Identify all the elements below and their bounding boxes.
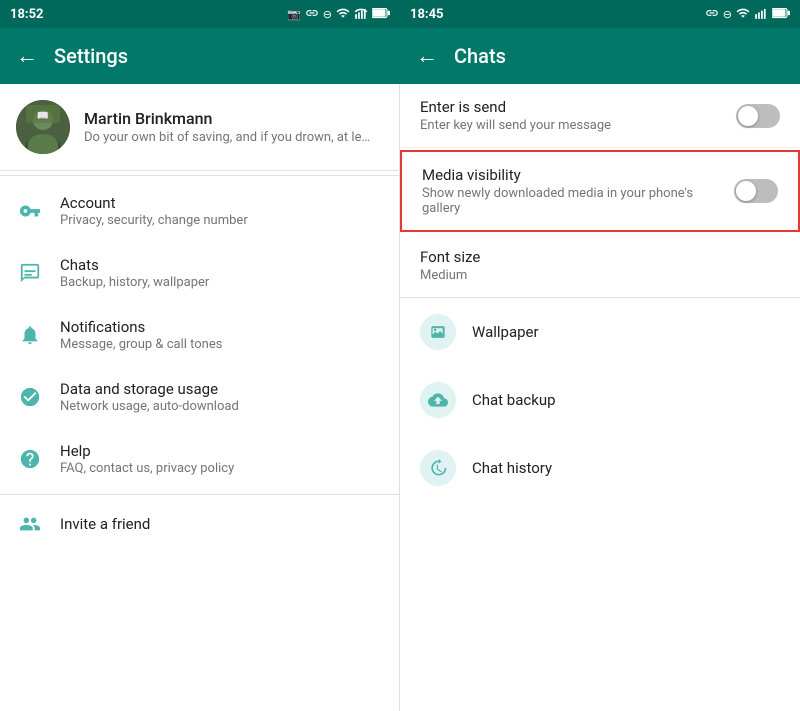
settings-panel: 📖 Martin Brinkmann Do your own bit of sa… xyxy=(0,84,400,711)
account-icon xyxy=(16,200,44,222)
wifi-icon-right xyxy=(736,6,750,23)
profile-info: Martin Brinkmann Do your own bit of savi… xyxy=(84,109,383,145)
chats-back-button[interactable]: ← xyxy=(416,43,438,69)
font-size-title: Font size xyxy=(420,248,780,266)
divider-1 xyxy=(0,175,399,176)
chats-title-menu: Chats xyxy=(60,256,383,274)
enter-is-send-subtitle: Enter key will send your message xyxy=(420,118,736,133)
notifications-icon xyxy=(16,324,44,346)
left-status-bar: 18:52 📷 ⊖ xyxy=(0,0,400,28)
media-visibility-row[interactable]: Media visibility Show newly downloaded m… xyxy=(400,150,800,232)
menu-item-chats[interactable]: Chats Backup, history, wallpaper xyxy=(0,242,399,304)
menu-item-invite[interactable]: Invite a friend xyxy=(0,499,399,549)
font-size-text: Font size Medium xyxy=(420,248,780,283)
wallpaper-title: Wallpaper xyxy=(472,323,539,341)
account-subtitle: Privacy, security, change number xyxy=(60,213,383,228)
settings-title: Settings xyxy=(54,44,128,68)
battery-icon-left xyxy=(372,7,390,22)
chats-icon xyxy=(16,262,44,284)
enter-is-send-toggle[interactable] xyxy=(736,104,780,128)
help-subtitle: FAQ, contact us, privacy policy xyxy=(60,461,383,476)
media-visibility-subtitle: Show newly downloaded media in your phon… xyxy=(422,186,734,216)
chats-text: Chats Backup, history, wallpaper xyxy=(60,256,383,290)
data-storage-icon xyxy=(16,386,44,408)
notifications-title: Notifications xyxy=(60,318,383,336)
help-text: Help FAQ, contact us, privacy policy xyxy=(60,442,383,476)
settings-back-button[interactable]: ← xyxy=(16,43,38,69)
signal-icon-right xyxy=(754,6,768,23)
media-visibility-toggle-knob xyxy=(736,181,756,201)
data-storage-text: Data and storage usage Network usage, au… xyxy=(60,380,383,414)
left-time: 18:52 xyxy=(10,7,44,22)
profile-status: Do your own bit of saving, and if you dr… xyxy=(84,130,383,145)
font-size-subtitle: Medium xyxy=(420,268,780,283)
notifications-text: Notifications Message, group & call tone… xyxy=(60,318,383,352)
minus-circle-icon-right: ⊖ xyxy=(723,8,732,21)
menu-item-data-storage[interactable]: Data and storage usage Network usage, au… xyxy=(0,366,399,428)
profile-section[interactable]: 📖 Martin Brinkmann Do your own bit of sa… xyxy=(0,84,399,171)
data-storage-subtitle: Network usage, auto-download xyxy=(60,399,383,414)
link-icon-right xyxy=(705,6,719,23)
data-storage-title: Data and storage usage xyxy=(60,380,383,398)
right-time: 18:45 xyxy=(410,7,444,22)
media-visibility-title: Media visibility xyxy=(422,166,734,184)
invite-icon xyxy=(16,513,44,535)
chats-settings-panel: Enter is send Enter key will send your m… xyxy=(400,84,800,711)
avatar: 📖 xyxy=(16,100,70,154)
media-visibility-text: Media visibility Show newly downloaded m… xyxy=(422,166,734,216)
help-title: Help xyxy=(60,442,383,460)
menu-item-help[interactable]: Help FAQ, contact us, privacy policy xyxy=(0,428,399,490)
divider-2 xyxy=(0,494,399,495)
chats-subtitle: Backup, history, wallpaper xyxy=(60,275,383,290)
wifi-icon xyxy=(336,6,350,23)
svg-text:📖: 📖 xyxy=(37,111,49,122)
right-status-bar: 18:45 ⊖ xyxy=(400,0,800,28)
notifications-subtitle: Message, group & call tones xyxy=(60,337,383,352)
left-status-icons: 📷 ⊖ xyxy=(287,6,390,23)
help-icon xyxy=(16,448,44,470)
chat-history-item[interactable]: Chat history xyxy=(400,434,800,502)
chat-backup-item[interactable]: Chat backup xyxy=(400,366,800,434)
wallpaper-icon-circle xyxy=(420,314,456,350)
minus-circle-icon: ⊖ xyxy=(323,8,332,21)
profile-name: Martin Brinkmann xyxy=(84,109,383,128)
signal-icon xyxy=(354,6,368,23)
account-text: Account Privacy, security, change number xyxy=(60,194,383,228)
menu-item-account[interactable]: Account Privacy, security, change number xyxy=(0,180,399,242)
chats-header: ← Chats xyxy=(400,28,800,84)
account-title: Account xyxy=(60,194,383,212)
chat-history-icon-circle xyxy=(420,450,456,486)
chat-backup-title: Chat backup xyxy=(472,391,556,409)
camera-icon: 📷 xyxy=(287,8,301,21)
media-visibility-toggle[interactable] xyxy=(734,179,778,203)
chat-history-title: Chat history xyxy=(472,459,552,477)
invite-title: Invite a friend xyxy=(60,515,383,533)
chat-backup-icon-circle xyxy=(420,382,456,418)
enter-is-send-row[interactable]: Enter is send Enter key will send your m… xyxy=(400,84,800,148)
chats-title: Chats xyxy=(454,44,506,68)
enter-is-send-toggle-knob xyxy=(738,106,758,126)
font-size-row[interactable]: Font size Medium xyxy=(400,234,800,298)
invite-text: Invite a friend xyxy=(60,515,383,533)
enter-is-send-title: Enter is send xyxy=(420,98,736,116)
right-status-icons: ⊖ xyxy=(705,6,790,23)
avatar-image: 📖 xyxy=(16,100,70,154)
battery-icon-right xyxy=(772,7,790,22)
wallpaper-item[interactable]: Wallpaper xyxy=(400,298,800,366)
settings-header: ← Settings xyxy=(0,28,400,84)
menu-item-notifications[interactable]: Notifications Message, group & call tone… xyxy=(0,304,399,366)
enter-is-send-text: Enter is send Enter key will send your m… xyxy=(420,98,736,133)
link-icon xyxy=(305,6,319,23)
